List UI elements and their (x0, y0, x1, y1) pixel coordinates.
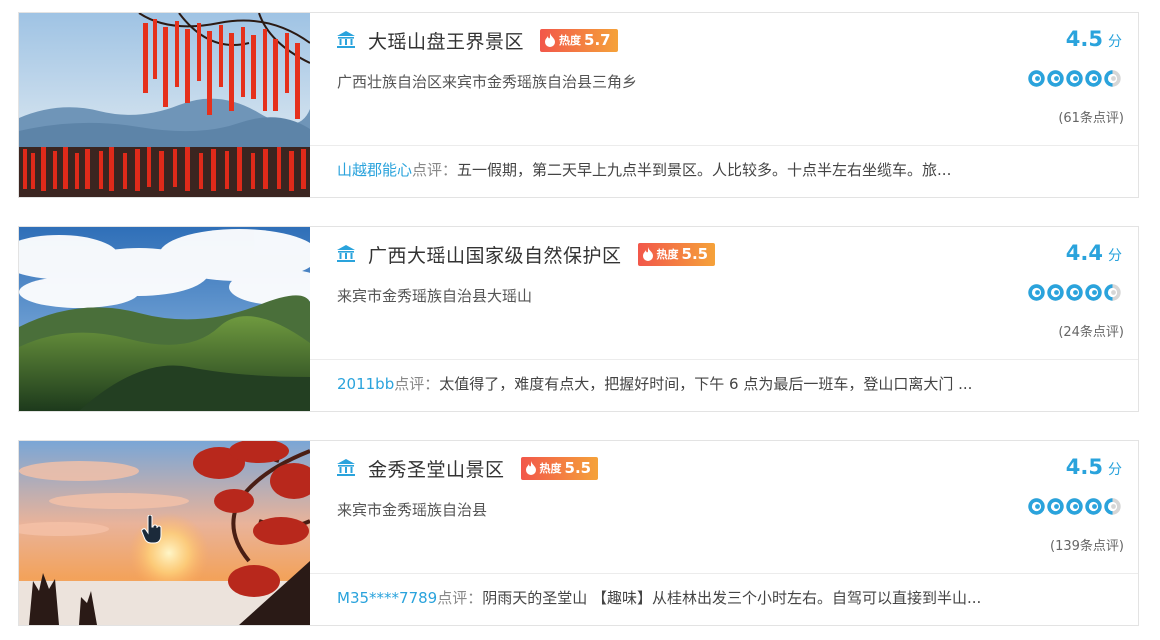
comment-label: 点评： (412, 161, 458, 179)
hand-pointer-icon (141, 515, 162, 544)
score-unit: 分 (1108, 248, 1122, 264)
comment-label: 点评： (437, 589, 483, 607)
listing-photo[interactable] (19, 13, 310, 197)
comment-user[interactable]: 山越郡能心 (337, 161, 412, 179)
rating-dot-icon (1028, 70, 1045, 87)
photo-mountain-valley (19, 227, 310, 411)
listing-photo[interactable] (19, 227, 310, 411)
heat-value: 5.5 (681, 245, 709, 263)
score: 4.5 分 (1066, 27, 1122, 51)
comment-label: 点评： (394, 375, 440, 393)
heat-value: 5.7 (584, 31, 611, 49)
rating-dot-icon (1066, 498, 1083, 515)
photo-sunset-tree (19, 441, 310, 625)
rating-dot-icon (1028, 284, 1045, 301)
score: 4.5 分 (1066, 455, 1122, 479)
divider (310, 359, 1138, 360)
listing-info: 广西大瑶山国家级自然保护区 热度 5.5 来宾市金秀瑶族自治县大瑶山 4.4 分… (310, 227, 1138, 411)
listing-title[interactable]: 广西大瑶山国家级自然保护区 (368, 241, 622, 268)
review-count[interactable]: (24条点评) (1058, 321, 1124, 340)
listing-card-3[interactable]: 金秀圣堂山景区 热度 5.5 来宾市金秀瑶族自治县 4.5 分 (139条点评)… (18, 440, 1139, 626)
score-unit: 分 (1108, 462, 1122, 478)
review-count[interactable]: (139条点评) (1050, 535, 1124, 554)
rating-dot-icon (1028, 498, 1045, 515)
comment-text: 阴雨天的圣堂山 【趣味】从桂林出发三个小时左右。自驾可以直接到半山... (482, 589, 982, 607)
landmark-icon (337, 459, 355, 476)
listing-info: 金秀圣堂山景区 热度 5.5 来宾市金秀瑶族自治县 4.5 分 (139条点评)… (310, 441, 1138, 625)
listing-card-1[interactable]: 大瑶山盘王界景区 热度 5.7 广西壮族自治区来宾市金秀瑶族自治县三角乡 4.5… (18, 12, 1139, 198)
rating-dot-icon (1085, 70, 1102, 87)
comment-text: 太值得了，难度有点大，把握好时间，下午 6 点为最后一班车，登山口离大门 ... (439, 375, 973, 393)
landmark-icon (337, 245, 355, 262)
comment-user[interactable]: 2011bb (337, 375, 394, 393)
rating-dot-icon (1047, 70, 1064, 87)
heat-label: 热度 (656, 248, 679, 261)
listing-info: 大瑶山盘王界景区 热度 5.7 广西壮族自治区来宾市金秀瑶族自治县三角乡 4.5… (310, 13, 1138, 197)
title-row: 金秀圣堂山景区 热度 5.5 (336, 453, 599, 483)
listing-address: 来宾市金秀瑶族自治县 (337, 501, 488, 519)
flame-icon (642, 247, 653, 261)
score-value: 4.5 (1065, 27, 1103, 51)
divider (310, 573, 1138, 574)
score-value: 4.5 (1065, 455, 1103, 479)
score-value: 4.4 (1065, 241, 1103, 265)
score-unit: 分 (1108, 34, 1122, 50)
comment-preview[interactable]: 山越郡能心点评：五一假期，第二天早上九点半到景区。人比较多。十点半左右坐缆车。旅… (337, 159, 1114, 180)
listing-photo[interactable] (19, 441, 310, 625)
landmark-icon (337, 31, 355, 48)
photo-red-ribbons (19, 13, 310, 197)
flame-icon (545, 33, 556, 47)
comment-user[interactable]: M35****7789 (337, 589, 437, 607)
review-count[interactable]: (61条点评) (1058, 107, 1124, 126)
divider (310, 145, 1138, 146)
score: 4.4 分 (1066, 241, 1122, 265)
listing-title[interactable]: 金秀圣堂山景区 (368, 455, 505, 482)
rating-dot-icon (1104, 498, 1121, 515)
rating-dot-icon (1085, 498, 1102, 515)
rating-dots (1027, 69, 1122, 88)
comment-preview[interactable]: M35****7789点评：阴雨天的圣堂山 【趣味】从桂林出发三个小时左右。自驾… (337, 587, 1114, 608)
rating-dot-icon (1047, 498, 1064, 515)
rating-dot-icon (1066, 284, 1083, 301)
heat-badge: 热度 5.5 (520, 456, 599, 480)
listing-address: 来宾市金秀瑶族自治县大瑶山 (337, 287, 533, 305)
rating-dot-icon (1085, 284, 1102, 301)
rating-dot-icon (1104, 70, 1121, 87)
rating-dot-icon (1047, 284, 1064, 301)
rating-dots (1027, 283, 1122, 302)
rating-dot-icon (1104, 284, 1121, 301)
title-row: 大瑶山盘王界景区 热度 5.7 (336, 25, 618, 55)
rating-dots (1027, 497, 1122, 516)
flame-icon (525, 461, 536, 475)
heat-badge: 热度 5.5 (637, 242, 716, 266)
listing-address: 广西壮族自治区来宾市金秀瑶族自治县三角乡 (337, 73, 638, 91)
comment-text: 五一假期，第二天早上九点半到景区。人比较多。十点半左右坐缆车。旅... (457, 161, 952, 179)
listing-title[interactable]: 大瑶山盘王界景区 (368, 27, 524, 54)
heat-label: 热度 (559, 34, 582, 47)
heat-badge: 热度 5.7 (540, 28, 618, 52)
listing-card-2[interactable]: 广西大瑶山国家级自然保护区 热度 5.5 来宾市金秀瑶族自治县大瑶山 4.4 分… (18, 226, 1139, 412)
title-row: 广西大瑶山国家级自然保护区 热度 5.5 (336, 239, 716, 269)
rating-dot-icon (1066, 70, 1083, 87)
heat-label: 热度 (539, 462, 562, 475)
comment-preview[interactable]: 2011bb点评：太值得了，难度有点大，把握好时间，下午 6 点为最后一班车，登… (337, 373, 1114, 394)
heat-value: 5.5 (564, 459, 592, 477)
